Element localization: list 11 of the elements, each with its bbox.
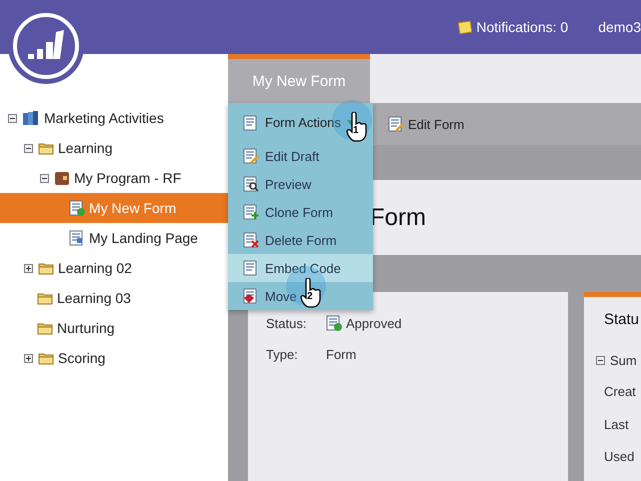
panel-title: Statu (604, 311, 640, 328)
hand-cursor-icon: 1 (346, 112, 368, 142)
hand-cursor-icon: 2 (300, 278, 322, 308)
field-value: Form (326, 347, 356, 362)
field-label: Type: (266, 347, 299, 362)
summary-label: Used (604, 448, 636, 466)
field-value: Approved (346, 316, 402, 330)
summary-label: Last (604, 416, 630, 434)
section-title: Sum (610, 353, 637, 368)
field-label: Status: (266, 316, 308, 330)
summary-label: Creat (604, 384, 637, 402)
